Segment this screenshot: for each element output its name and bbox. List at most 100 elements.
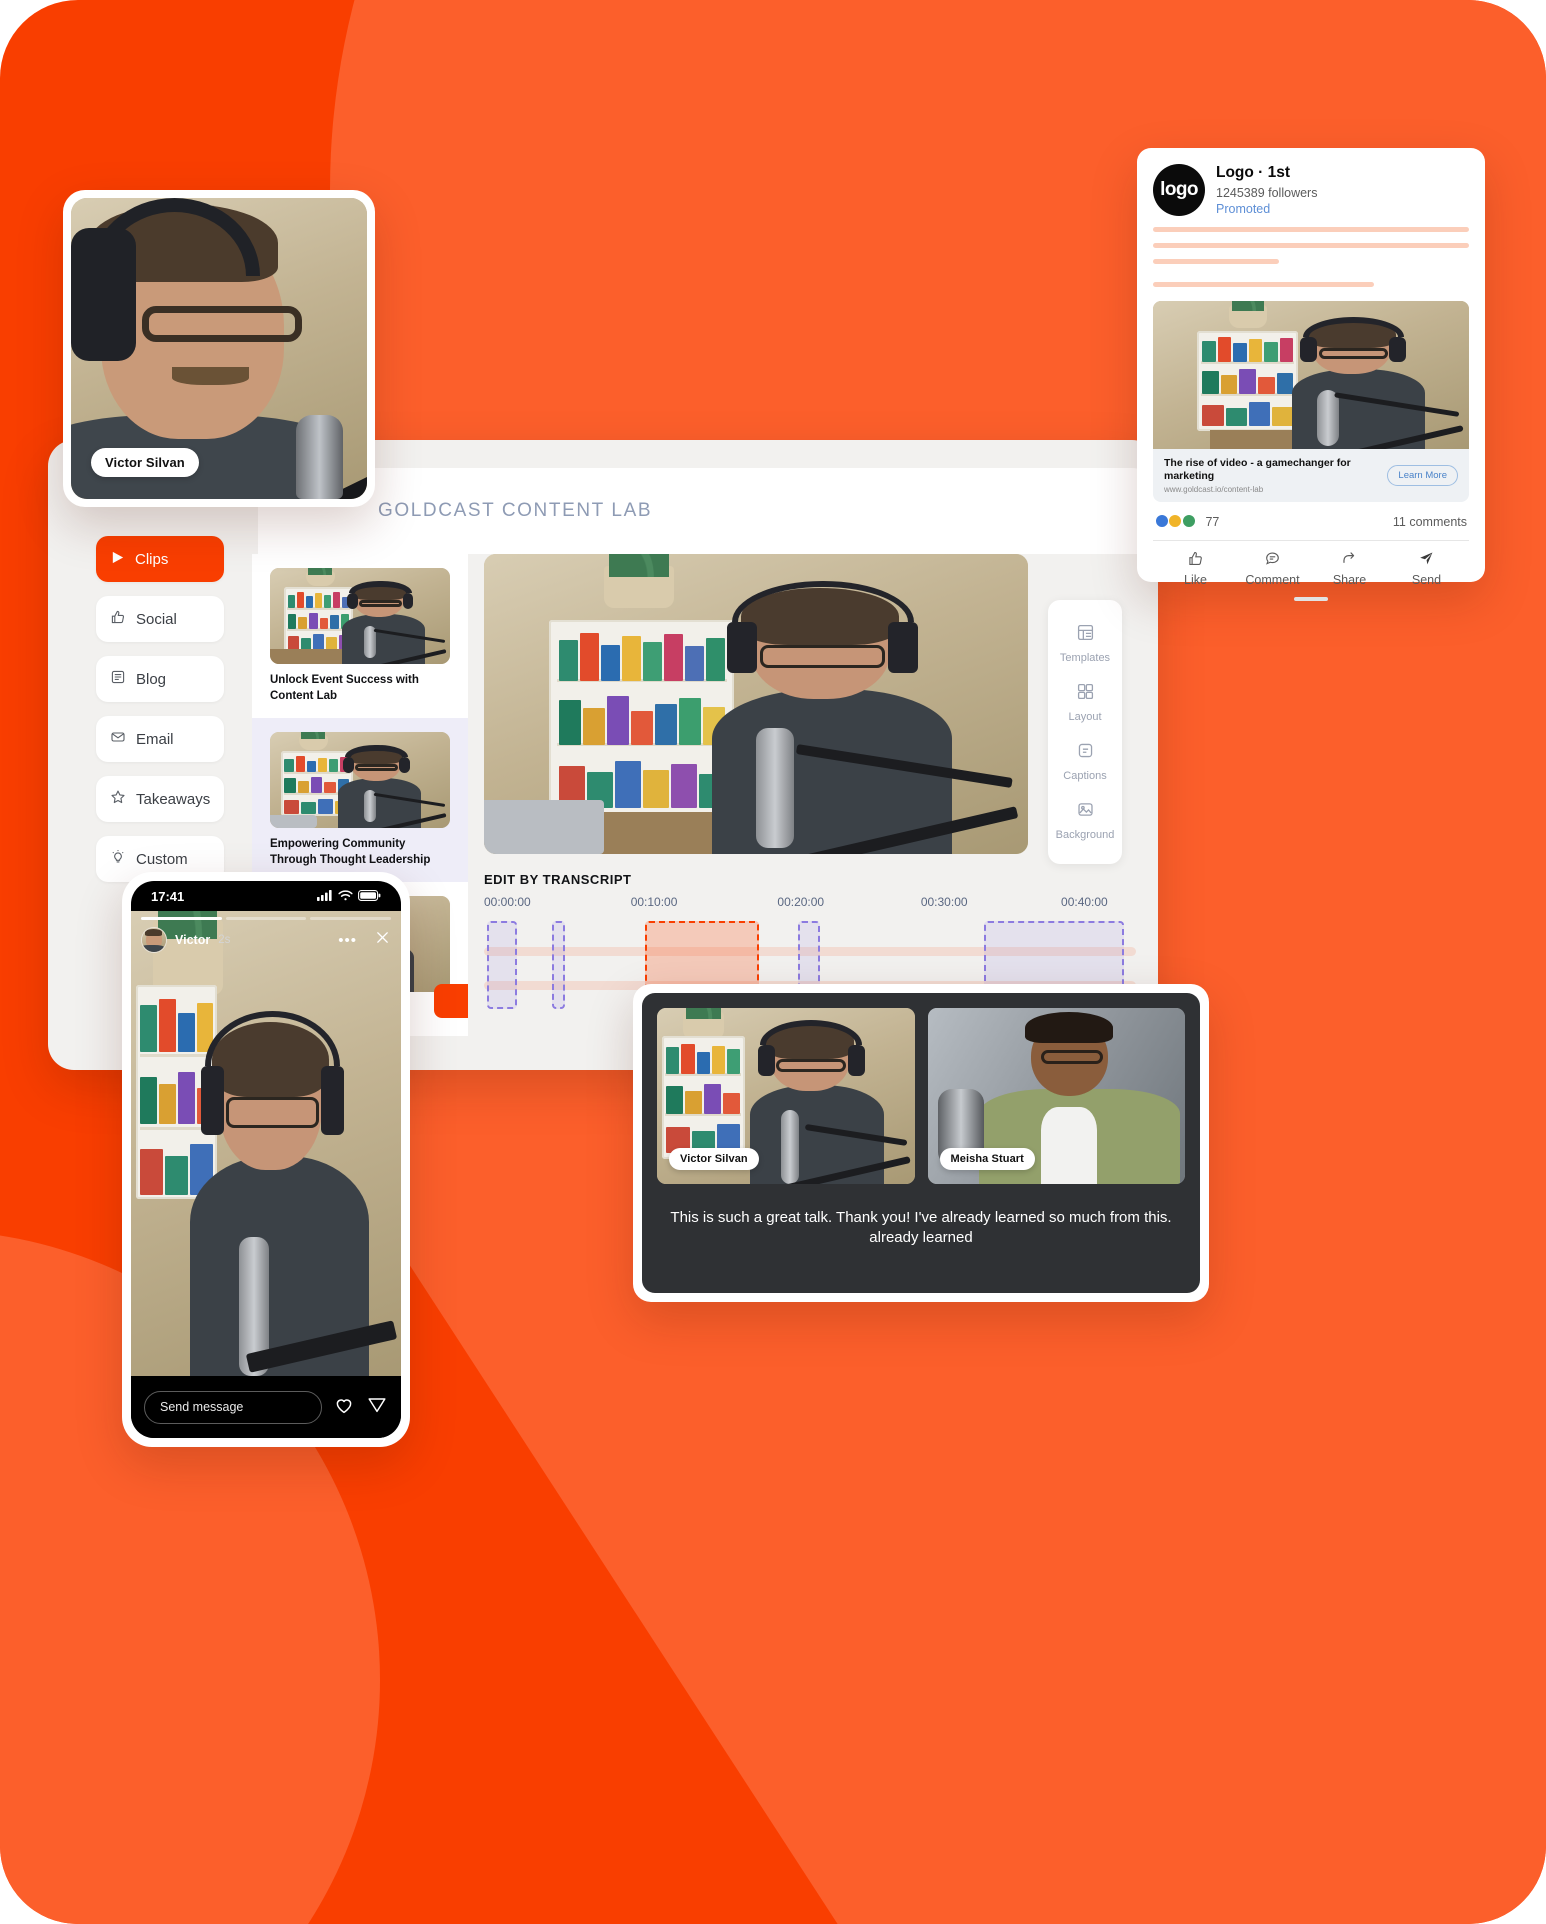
generate-clip-button[interactable] [434, 984, 468, 1018]
clip-title: Unlock Event Success with Content Lab [270, 674, 419, 702]
comment-bubble-icon [1264, 552, 1281, 570]
like-button[interactable]: Like [1157, 550, 1234, 587]
sidebar-item-clips[interactable]: Clips [96, 536, 224, 582]
action-label: Send [1411, 573, 1442, 588]
clip-title: Empowering Community Through Thought Lea… [270, 838, 431, 866]
tool-label: Layout [1068, 711, 1102, 723]
phone-mockup: 17:41 Victor 2s ••• Send message [122, 872, 410, 1447]
clip-list-item[interactable]: Unlock Event Success with Content Lab [252, 554, 468, 718]
layout-grid-icon [1076, 683, 1095, 705]
timeline-tick: 00:20:00 [777, 895, 825, 909]
send-message-input[interactable]: Send message [144, 1390, 322, 1424]
lightbulb-icon [110, 849, 126, 869]
clip-thumbnail [270, 568, 450, 664]
caption-text: This is such a great talk. Thank you! I'… [670, 1209, 1172, 1247]
dual-speaker-clip-card: Victor Silvan Meisha Stuart This is such… [633, 984, 1209, 1302]
promoted-label: Promoted [1216, 201, 1271, 216]
sidebar-item-email[interactable]: Email [96, 716, 224, 762]
wifi-icon [338, 889, 353, 904]
star-icon [110, 789, 126, 809]
battery-icon [358, 889, 381, 904]
tool-captions[interactable]: Captions [1048, 732, 1122, 791]
dual-speaker-videos: Victor Silvan Meisha Stuart [657, 1008, 1185, 1184]
linkedin-post-card: logo Logo · 1st 1245389 followers Promot… [1137, 148, 1485, 602]
sidebar-item-takeaways[interactable]: Takeaways [96, 776, 224, 822]
sidebar-item-social[interactable]: Social [96, 596, 224, 642]
tool-templates[interactable]: Templates [1048, 614, 1122, 673]
transcript-heading: EDIT BY TRANSCRIPT [484, 872, 632, 887]
editor-tool-rail[interactable]: Templates Layout Captions Background [1048, 600, 1122, 864]
share-button[interactable]: Share [1311, 550, 1388, 587]
thumbs-up-icon [110, 609, 126, 629]
tool-background[interactable]: Background [1048, 791, 1122, 850]
post-author-name[interactable]: Logo · 1st [1216, 164, 1317, 183]
post-body-placeholder [1153, 227, 1469, 287]
story-username[interactable]: Victor [175, 933, 210, 947]
story-progress-segment [225, 917, 307, 920]
sidebar-item-blog[interactable]: Blog [96, 656, 224, 702]
sidebar-item-label: Custom [136, 850, 188, 868]
tool-layout[interactable]: Layout [1048, 673, 1122, 732]
reactions-group[interactable]: 77 [1155, 514, 1219, 529]
phone-screen: 17:41 Victor 2s ••• Send message [131, 881, 401, 1438]
link-title: The rise of video - a gamechanger for ma… [1164, 457, 1351, 483]
timeline-tick: 00:00:00 [484, 895, 531, 909]
reactions-count: 77 [1205, 515, 1220, 530]
speaker-name-badge: Victor Silvan [91, 448, 199, 477]
envelope-icon [110, 729, 126, 749]
close-icon[interactable] [374, 929, 391, 951]
timeline-segment[interactable] [487, 921, 518, 1009]
avatar[interactable] [141, 927, 167, 953]
play-icon [110, 550, 125, 569]
comments-count[interactable]: 11 comments [1393, 515, 1467, 529]
page-root: GOLDCAST CONTENT LAB Clips Social Blog E… [0, 0, 1546, 1924]
speaker-portrait-card: Victor Silvan [63, 190, 375, 507]
sidebar-item-label: Social [136, 610, 177, 628]
card-drag-handle [1294, 597, 1328, 602]
story-timestamp: 2s [218, 934, 231, 946]
learn-more-button[interactable]: Learn More [1387, 465, 1458, 487]
send-paper-plane-icon[interactable] [366, 1394, 388, 1421]
sidebar-item-label: Takeaways [136, 790, 211, 808]
story-header: Victor 2s ••• [141, 927, 391, 953]
action-label: Share [1332, 573, 1367, 588]
timeline-tick: 00:40:00 [1061, 895, 1108, 909]
comment-button[interactable]: Comment [1234, 550, 1311, 587]
page-title: GOLDCAST CONTENT LAB [378, 500, 653, 521]
templates-icon [1076, 624, 1095, 646]
story-media[interactable]: Victor 2s ••• [131, 911, 401, 1376]
status-time: 17:41 [151, 888, 185, 904]
preview-column: Templates Layout Captions Background EDI… [484, 554, 1136, 1046]
timeline-ruler: 00:00:00 00:10:00 00:20:00 00:30:00 00:4… [484, 895, 1136, 917]
speaker-video-host[interactable]: Victor Silvan [657, 1008, 915, 1184]
dual-speaker-canvas: Victor Silvan Meisha Stuart This is such… [642, 993, 1200, 1293]
reaction-like-icon [1155, 514, 1169, 529]
video-preview[interactable] [484, 554, 1028, 854]
speaker-name-badge: Victor Silvan [669, 1148, 759, 1170]
share-arrow-icon [1341, 552, 1358, 570]
clip-list-item[interactable]: Empowering Community Through Thought Lea… [252, 718, 468, 883]
reaction-insightful-icon [1168, 514, 1183, 529]
speaker-portrait-photo: Victor Silvan [71, 198, 367, 499]
tool-label: Captions [1063, 770, 1107, 782]
document-lines-icon [110, 669, 126, 689]
image-icon [1076, 803, 1095, 823]
heart-icon[interactable] [333, 1394, 355, 1421]
tool-label: Templates [1059, 652, 1111, 664]
speaker-video-guest[interactable]: Meisha Stuart [927, 1008, 1185, 1184]
story-progress-bars[interactable] [141, 917, 392, 920]
timeline-segment[interactable] [552, 921, 566, 1009]
thumbs-up-icon [1187, 552, 1204, 570]
send-paper-plane-icon [1418, 552, 1435, 570]
story-reply-bar: Send message [131, 1376, 401, 1438]
post-link-preview[interactable]: The rise of video - a gamechanger for ma… [1153, 449, 1469, 503]
send-button[interactable]: Send [1388, 550, 1465, 587]
linkedin-post-header: logo Logo · 1st 1245389 followers Promot… [1153, 164, 1469, 216]
action-label: Comment [1245, 573, 1300, 588]
tool-label: Background [1055, 829, 1115, 841]
post-video-thumbnail[interactable] [1153, 301, 1469, 449]
ellipsis-icon[interactable]: ••• [338, 932, 357, 949]
reaction-support-icon [1181, 514, 1196, 529]
timeline-tick: 00:10:00 [630, 895, 678, 909]
cellular-signal-icon [317, 889, 333, 904]
